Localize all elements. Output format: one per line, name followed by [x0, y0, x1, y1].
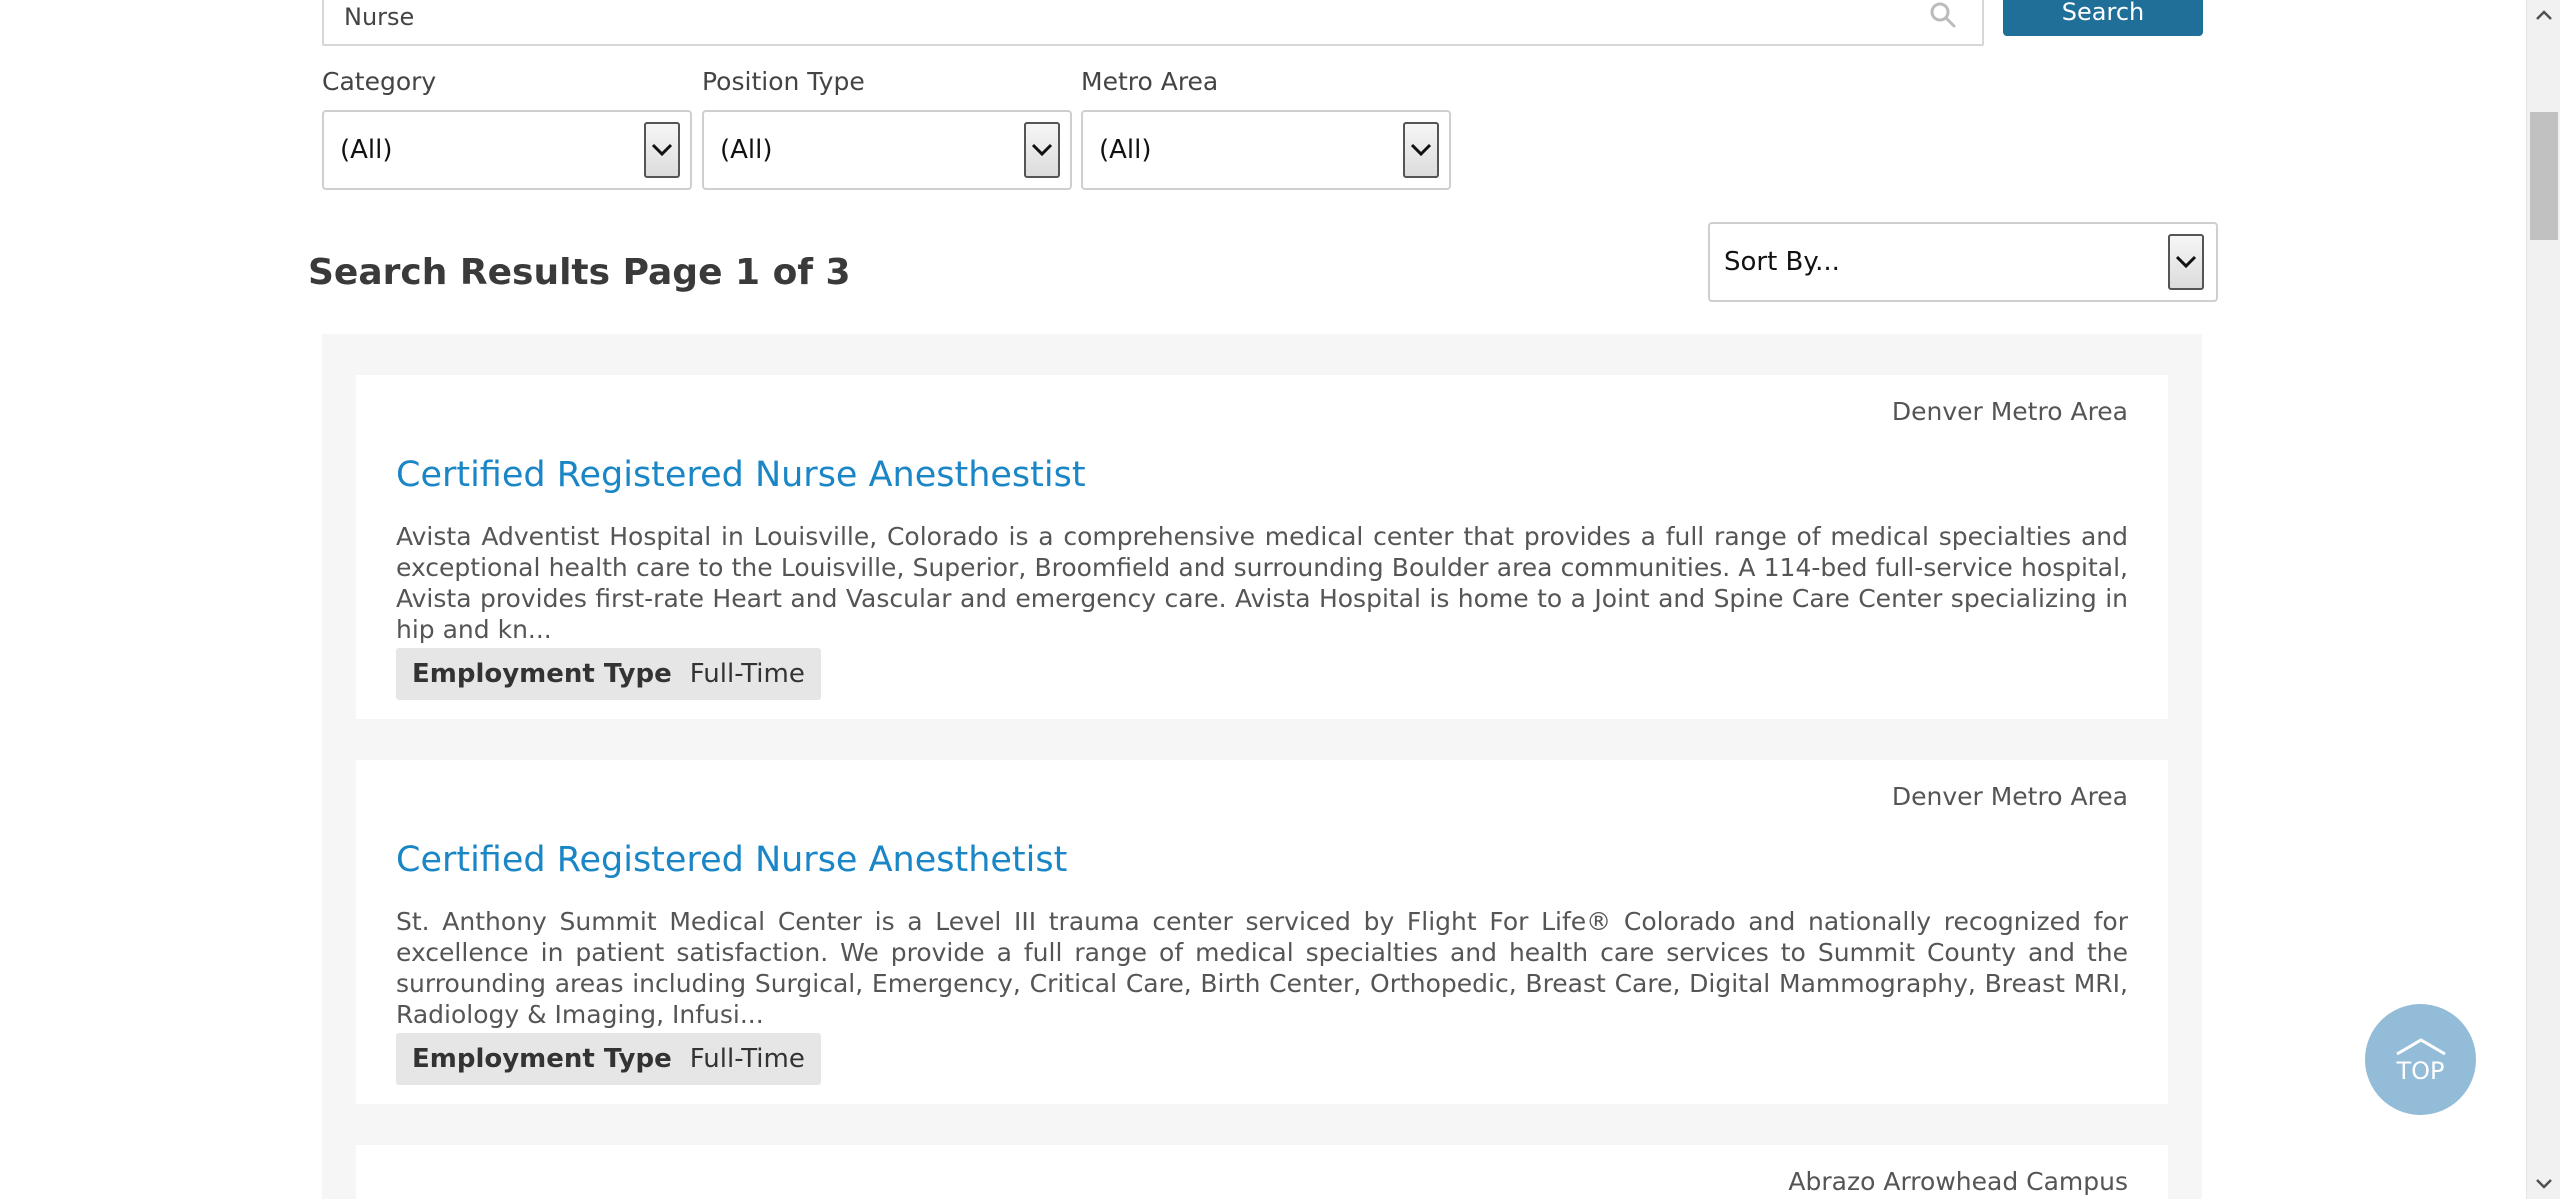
result-description: Avista Adventist Hospital in Louisville,…	[396, 522, 2128, 644]
filter-metro-area-label: Metro Area	[1081, 67, 1219, 96]
result-location: Abrazo Arrowhead Campus	[1788, 1167, 2128, 1196]
chevron-down-icon[interactable]	[644, 122, 680, 178]
vertical-scrollbar[interactable]	[2526, 0, 2560, 1199]
page: Search Category (All) Position Type (All…	[0, 0, 2560, 1199]
search-button[interactable]: Search	[2003, 0, 2203, 36]
category-select-value: (All)	[340, 135, 393, 165]
employment-type-value: Full-Time	[689, 1044, 805, 1074]
filter-category: Category (All)	[322, 68, 692, 190]
position-type-select[interactable]: (All)	[702, 110, 1072, 190]
search-input[interactable]	[324, 0, 1982, 44]
chevron-down-icon[interactable]	[1024, 122, 1060, 178]
employment-type-label: Employment Type	[412, 659, 672, 689]
chevron-up-icon	[2395, 1037, 2446, 1055]
employment-type-label: Employment Type	[412, 1044, 672, 1074]
result-location: Denver Metro Area	[1891, 782, 2128, 811]
back-to-top-button[interactable]: TOP	[2365, 1004, 2476, 1115]
results-title: Search Results Page 1 of 3	[308, 252, 851, 293]
search-icon[interactable]	[1928, 0, 1958, 30]
result-card: Abrazo Arrowhead Campus	[356, 1145, 2168, 1199]
result-card: Denver Metro Area Certified Registered N…	[356, 760, 2168, 1104]
chevron-down-icon[interactable]	[1403, 122, 1439, 178]
sort-select[interactable]: Sort By...	[1708, 222, 2218, 302]
scroll-down-arrow-icon[interactable]	[2527, 1169, 2560, 1199]
filter-category-label: Category	[322, 67, 437, 96]
employment-type-value: Full-Time	[689, 659, 805, 689]
result-title-link[interactable]: Certified Registered Nurse Anesthetist	[396, 840, 1067, 880]
metro-area-select-value: (All)	[1099, 135, 1152, 165]
result-card: Denver Metro Area Certified Registered N…	[356, 375, 2168, 719]
employment-type-badge: Employment Type Full-Time	[396, 1033, 821, 1085]
position-type-select-value: (All)	[720, 135, 773, 165]
employment-type-badge: Employment Type Full-Time	[396, 648, 821, 700]
results-list: Denver Metro Area Certified Registered N…	[322, 334, 2202, 1199]
category-select[interactable]: (All)	[322, 110, 692, 190]
filter-position-type: Position Type (All)	[702, 68, 1072, 190]
filter-position-type-label: Position Type	[702, 67, 865, 96]
chevron-down-icon[interactable]	[2168, 234, 2204, 290]
result-description: St. Anthony Summit Medical Center is a L…	[396, 907, 2128, 1029]
result-title-link[interactable]: Certified Registered Nurse Anesthestist	[396, 455, 1086, 495]
filter-metro-area: Metro Area (All)	[1081, 68, 1451, 190]
search-field[interactable]	[322, 0, 1984, 46]
metro-area-select[interactable]: (All)	[1081, 110, 1451, 190]
sort-select-value: Sort By...	[1724, 247, 1840, 277]
back-to-top-label: TOP	[2396, 1056, 2445, 1085]
scroll-up-arrow-icon[interactable]	[2527, 0, 2560, 30]
result-location: Denver Metro Area	[1891, 397, 2128, 426]
scrollbar-thumb[interactable]	[2530, 112, 2558, 240]
